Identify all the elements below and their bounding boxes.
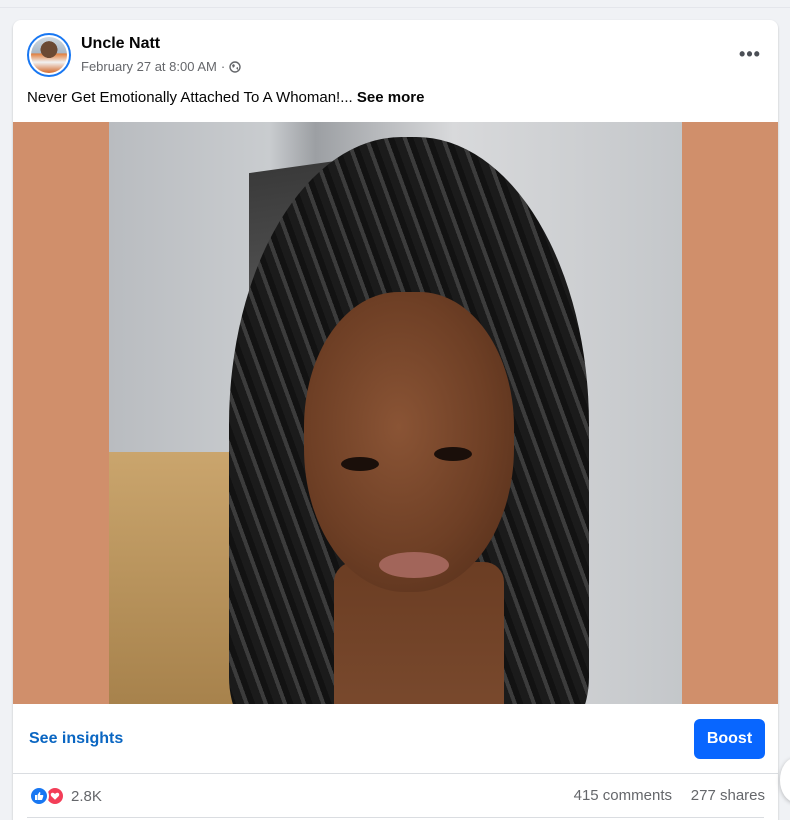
photo-lips bbox=[379, 552, 449, 578]
see-more-link[interactable]: See more bbox=[357, 89, 425, 106]
post-card: Uncle Natt February 27 at 8:00 AM · ••• … bbox=[13, 20, 778, 820]
divider bbox=[27, 817, 764, 818]
like-icon bbox=[29, 786, 49, 806]
comments-count[interactable]: 415 comments bbox=[574, 787, 672, 804]
reaction-count[interactable]: 2.8K bbox=[71, 788, 102, 805]
author-name[interactable]: Uncle Natt bbox=[81, 35, 160, 53]
floating-button-edge[interactable] bbox=[780, 758, 790, 802]
photo-eye-right bbox=[434, 447, 472, 461]
photo-eye-left bbox=[341, 457, 379, 471]
avatar-image bbox=[31, 37, 67, 73]
post-body: Never Get Emotionally Attached To A Whom… bbox=[27, 89, 357, 106]
feed-top-strip bbox=[0, 0, 790, 8]
photo-background-shelf bbox=[109, 452, 249, 704]
post-text: Never Get Emotionally Attached To A Whom… bbox=[27, 89, 424, 106]
post-header: Uncle Natt February 27 at 8:00 AM · ••• bbox=[13, 20, 778, 84]
see-insights-link[interactable]: See insights bbox=[29, 730, 123, 748]
post-actions-row: See insights Boost bbox=[13, 704, 778, 774]
post-meta: February 27 at 8:00 AM · bbox=[81, 59, 241, 74]
post-media[interactable] bbox=[13, 122, 778, 704]
globe-icon[interactable] bbox=[229, 60, 241, 73]
reactions-summary[interactable]: 2.8K bbox=[29, 786, 102, 806]
photo-face bbox=[304, 292, 514, 592]
post-timestamp[interactable]: February 27 at 8:00 AM bbox=[81, 59, 217, 74]
avatar[interactable] bbox=[27, 33, 71, 77]
shares-count[interactable]: 277 shares bbox=[691, 787, 765, 804]
boost-button[interactable]: Boost bbox=[694, 719, 765, 759]
post-stats-row: 2.8K 415 comments 277 shares bbox=[13, 775, 778, 817]
post-photo[interactable] bbox=[109, 122, 682, 704]
meta-separator: · bbox=[220, 59, 226, 74]
more-options-button[interactable]: ••• bbox=[732, 38, 768, 70]
